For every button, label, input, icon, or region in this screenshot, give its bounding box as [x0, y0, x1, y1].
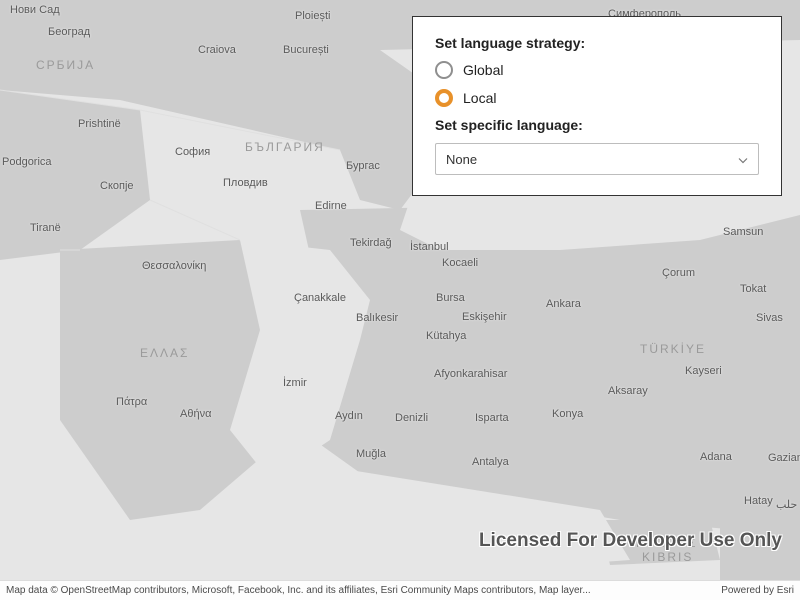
map-container: Нови Сад Београд СРБИЈА Ploiești Craiova Bucu…: [0, 0, 800, 600]
city-label: Balıkesir: [356, 312, 398, 324]
city-label: Πάτρα: [116, 396, 147, 408]
language-select[interactable]: None: [435, 143, 759, 175]
city-label: Adana: [700, 451, 732, 463]
city-label: Tokat: [740, 283, 766, 295]
region-label: KIBRIS: [642, 550, 693, 564]
radio-local-label: Local: [463, 90, 496, 106]
city-label: София: [175, 146, 210, 158]
city-label: Afyonkarahisar: [434, 368, 507, 380]
city-label: Denizli: [395, 412, 428, 424]
strategy-heading: Set language strategy:: [435, 35, 759, 51]
region-label: ΚΥΠΡΟΣ: [636, 536, 697, 550]
city-label: İstanbul: [410, 241, 449, 253]
city-label: Aydın: [335, 410, 363, 422]
language-settings-panel: Set language strategy: Global Local Set …: [412, 16, 782, 196]
city-label: Kocaeli: [442, 257, 478, 269]
region-label: TÜRKİYE: [640, 342, 706, 356]
city-label: Çorum: [662, 267, 695, 279]
region-label: СРБИЈА: [36, 58, 95, 72]
city-label: Tiranë: [30, 222, 61, 234]
radio-icon: [435, 89, 453, 107]
city-label: Gaziantep: [768, 452, 800, 464]
city-label: Eskişehir: [462, 311, 507, 323]
city-label: Kayseri: [685, 365, 722, 377]
city-label: Sivas: [756, 312, 783, 324]
city-label: Tekirdağ: [350, 237, 392, 249]
city-label: Θεσσαλονίκη: [142, 260, 206, 272]
city-label: İzmir: [283, 377, 307, 389]
language-select-value: None: [446, 152, 477, 167]
city-label: Craiova: [198, 44, 236, 56]
city-label: Нови Сад: [10, 4, 60, 16]
region-label: БЪЛГАРИЯ: [245, 140, 325, 154]
radio-global[interactable]: Global: [435, 61, 759, 79]
attribution-bar: Map data © OpenStreetMap contributors, M…: [0, 580, 800, 600]
attribution-text: Map data © OpenStreetMap contributors, M…: [6, 585, 713, 596]
city-label: Çanakkale: [294, 292, 346, 304]
chevron-down-icon: [738, 152, 748, 167]
radio-global-label: Global: [463, 62, 503, 78]
city-label: Αθήνα: [180, 408, 211, 420]
city-label: Скопје: [100, 180, 134, 192]
city-label: Hatay: [744, 495, 773, 507]
region-label: ΕΛΛΑΣ: [140, 346, 189, 360]
city-label: Bursa: [436, 292, 465, 304]
city-label: Muğla: [356, 448, 386, 460]
radio-icon: [435, 61, 453, 79]
city-label: Aksaray: [608, 385, 648, 397]
city-label: حلب: [776, 498, 797, 511]
city-label: Ankara: [546, 298, 581, 310]
city-label: Podgorica: [2, 156, 52, 168]
city-label: Edirne: [315, 200, 347, 212]
powered-by-text: Powered by Esri: [713, 585, 794, 596]
city-label: Prishtinë: [78, 118, 121, 130]
city-label: București: [283, 44, 329, 56]
city-label: Samsun: [723, 226, 763, 238]
city-label: Ploiești: [295, 10, 330, 22]
city-label: Бургас: [346, 160, 380, 172]
city-label: Isparta: [475, 412, 509, 424]
city-label: Kütahya: [426, 330, 466, 342]
city-label: Београд: [48, 26, 90, 38]
city-label: Antalya: [472, 456, 509, 468]
radio-local[interactable]: Local: [435, 89, 759, 107]
city-label: Пловдив: [223, 177, 268, 189]
city-label: Konya: [552, 408, 583, 420]
specific-language-heading: Set specific language:: [435, 117, 759, 133]
